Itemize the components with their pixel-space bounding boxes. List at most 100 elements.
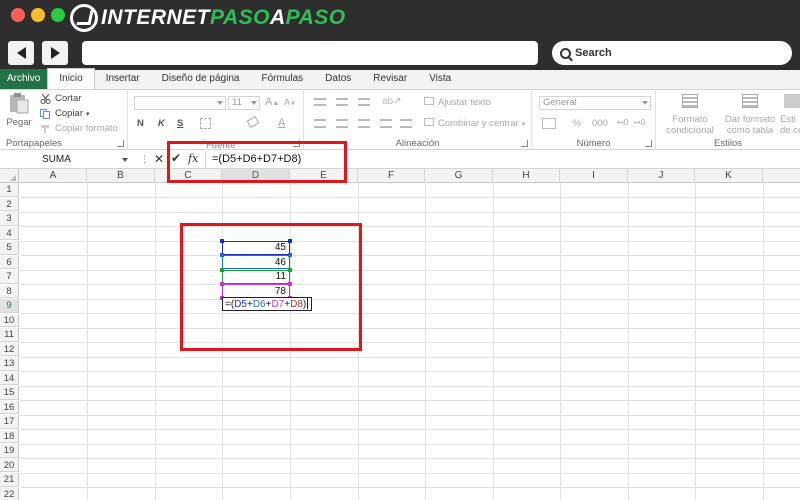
align-bottom-button[interactable] [358,98,370,106]
window-close-button[interactable] [11,8,25,22]
tab-archivo[interactable]: Archivo [0,69,48,89]
tab-vista[interactable]: Vista [418,69,462,89]
row-header-7[interactable]: 7 [0,270,19,284]
row-header-11[interactable]: 11 [0,328,19,342]
row-header-17[interactable]: 17 [0,415,19,429]
font-color-button[interactable]: A [278,117,285,129]
clipboard-launcher-icon[interactable] [117,140,124,147]
row-header-5[interactable]: 5 [0,241,19,255]
column-header-j[interactable]: J [628,169,695,183]
number-launcher-icon[interactable] [645,140,652,147]
conditional-format-icon [682,94,698,108]
column-header-f[interactable]: F [358,169,425,183]
borders-button[interactable] [200,118,211,129]
align-center-button[interactable] [336,119,348,128]
tab-diseno-de-pagina[interactable]: Diseño de página [151,69,251,89]
copy-label: Copiar [55,108,83,119]
grid-line [20,255,800,256]
back-button[interactable] [8,41,34,65]
row-header-16[interactable]: 16 [0,400,19,414]
column-header-i[interactable]: I [560,169,628,183]
font-family-select[interactable] [134,96,226,110]
shrink-font-button[interactable]: A▼ [284,97,296,107]
currency-button[interactable] [542,118,556,129]
orientation-button[interactable]: ab↗ [382,96,402,107]
decrease-decimal-button[interactable]: ↦0 [634,118,645,127]
search-field[interactable]: Search [552,41,792,65]
formula-bar-grip-icon[interactable]: ⋮ [140,154,150,165]
row-header-6[interactable]: 6 [0,255,19,269]
align-top-button[interactable] [314,98,326,106]
tab-insertar[interactable]: Insertar [95,69,151,89]
row-header-20[interactable]: 20 [0,458,19,472]
underline-button[interactable]: S [177,118,183,129]
spreadsheet-grid[interactable]: A B C D E F G H I J K 1 2 3 4 5 6 7 8 9 … [0,169,800,500]
conditional-format-label: Formato condicional [666,114,714,136]
row-header-3[interactable]: 3 [0,212,19,226]
row-header-14[interactable]: 14 [0,371,19,385]
grow-font-button[interactable]: A▲ [265,96,279,108]
row-header-1[interactable]: 1 [0,183,19,197]
name-box[interactable]: SUMA [2,152,132,167]
percent-button[interactable]: % [573,118,581,129]
italic-button[interactable]: K [158,118,165,129]
column-header-k[interactable]: K [695,169,763,183]
cut-button[interactable]: Cortar [40,93,81,104]
alignment-launcher-icon[interactable] [521,140,528,147]
window-minimize-button[interactable] [31,8,45,22]
align-middle-button[interactable] [336,98,348,106]
bold-button[interactable]: N [137,118,144,129]
row-header-12[interactable]: 12 [0,342,19,356]
row-header-2[interactable]: 2 [0,197,19,211]
conditional-format-button[interactable]: Formato condicional [660,92,720,138]
column-header-b[interactable]: B [87,169,155,183]
column-header-a[interactable]: A [20,169,87,183]
wrap-text-button[interactable]: Ajustar texto [424,97,491,108]
align-left-button[interactable] [314,119,326,128]
tab-datos[interactable]: Datos [314,69,362,89]
column-header-g[interactable]: G [425,169,493,183]
increase-decimal-button[interactable]: ↤0 [617,118,628,127]
tab-formulas[interactable]: Fórmulas [250,69,314,89]
comma-style-button[interactable]: 000 [592,118,608,129]
row-header-8[interactable]: 8 [0,284,19,298]
paste-button[interactable]: Pegar [4,92,34,132]
format-as-table-button[interactable]: Dar formato como tabla [722,92,778,138]
cancel-icon[interactable]: ✕ [154,152,164,166]
window-title-bar: INTERNETPASOAPASO [0,0,800,36]
cell-styles-button[interactable]: Esti de ce [780,92,800,138]
row-header-19[interactable]: 19 [0,444,19,458]
column-header-h[interactable]: H [493,169,560,183]
tab-inicio[interactable]: Inicio [47,68,95,89]
merge-center-button[interactable]: Combinar y centrar ▾ [424,118,525,129]
grid-line [20,197,800,198]
row-header-15[interactable]: 15 [0,386,19,400]
row-header-18[interactable]: 18 [0,429,19,443]
row-header-21[interactable]: 21 [0,473,19,487]
select-all-button[interactable] [0,169,19,183]
increase-indent-button[interactable] [400,119,412,128]
name-box-dropdown-icon[interactable] [122,158,128,162]
grid-line [20,458,800,459]
row-header-10[interactable]: 10 [0,313,19,327]
decrease-indent-button[interactable] [380,119,392,128]
grid-line [20,443,800,445]
forward-button[interactable] [42,41,68,65]
window-maximize-button[interactable] [51,8,65,22]
grid-line [20,487,800,488]
copy-button[interactable]: Copiar ▾ [40,108,90,119]
grid-line [20,371,800,372]
copy-dropdown-icon[interactable]: ▾ [86,110,90,118]
tab-revisar[interactable]: Revisar [362,69,418,89]
font-size-select[interactable]: 11 [228,96,260,110]
row-header-9[interactable]: 9 [0,299,19,313]
address-bar[interactable] [82,41,538,65]
number-format-select[interactable]: General [539,96,651,110]
row-header-13[interactable]: 13 [0,357,19,371]
ribbon: Pegar Cortar Copiar ▾ Copiar formato Port… [0,90,800,150]
row-header-4[interactable]: 4 [0,226,19,240]
row-header-22[interactable]: 22 [0,487,19,500]
format-painter-button[interactable]: Copiar formato [40,123,118,134]
fill-color-button[interactable] [246,116,262,129]
align-right-button[interactable] [358,119,370,128]
